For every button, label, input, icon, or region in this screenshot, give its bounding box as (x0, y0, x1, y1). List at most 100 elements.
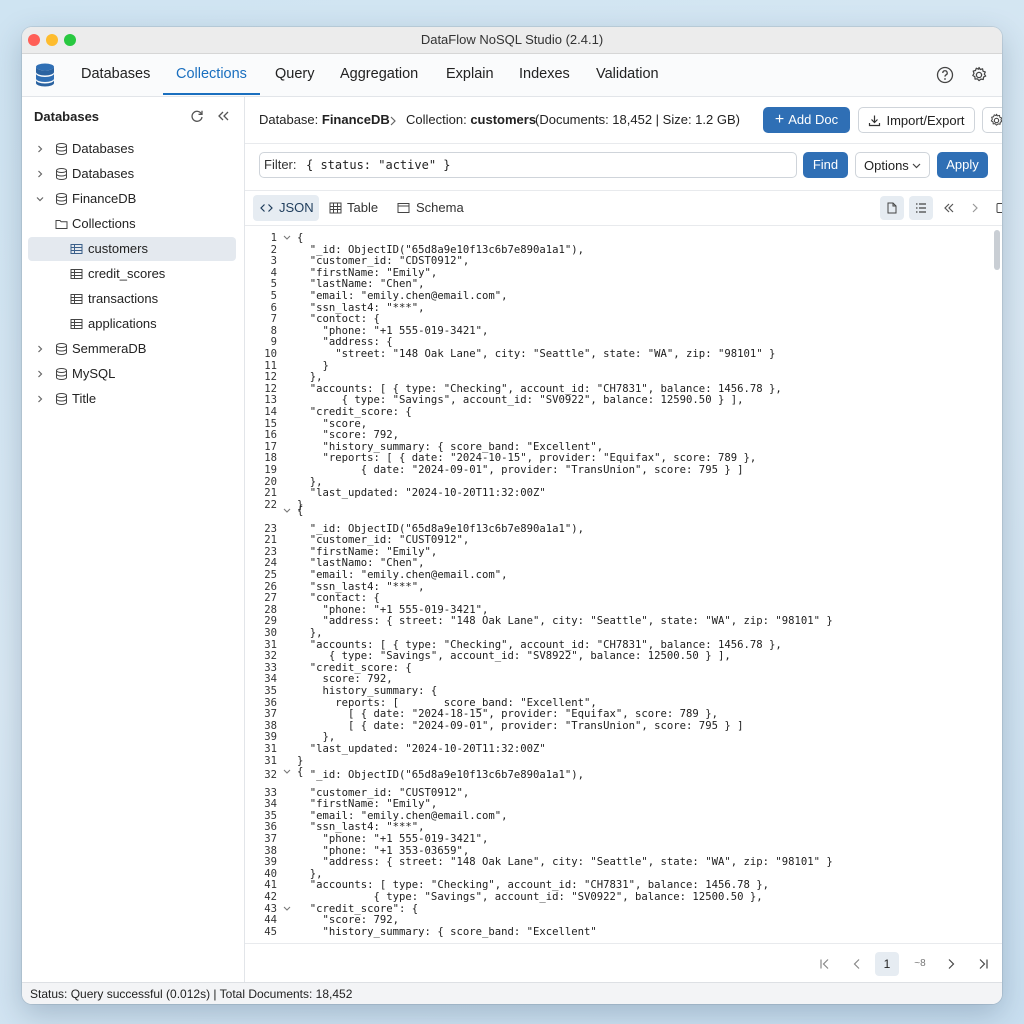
gear-icon[interactable] (970, 66, 988, 84)
collection-settings-button[interactable] (982, 107, 1002, 133)
line-number: 31 (264, 638, 277, 651)
line-number: 36 (264, 696, 277, 709)
tree-item-financedb[interactable]: FinanceDB (28, 187, 236, 211)
tree-item-label: credit_scores (88, 266, 166, 281)
tree-item-label: Collections (72, 216, 136, 231)
code-text: "customer_id: "CUST0912", (297, 534, 470, 547)
code-text: "_id: ObjectID("65d8a9e10f13c6b7e890a1a1… (297, 243, 585, 256)
chevron-right-icon[interactable] (36, 345, 44, 353)
nav-aggregation[interactable]: Aggregation (340, 54, 418, 95)
apply-button[interactable]: Apply (937, 152, 988, 178)
code-line: 12 }, (245, 371, 985, 383)
import-export-button[interactable]: Import/Export (858, 107, 975, 133)
list-view-button[interactable] (909, 196, 933, 220)
tab-schema[interactable]: Schema (393, 195, 465, 221)
nav-validation[interactable]: Validation (596, 54, 659, 95)
toggle-panel-button[interactable] (990, 196, 1002, 220)
tab-table[interactable]: Table (325, 195, 387, 221)
chevron-right-icon[interactable] (36, 145, 44, 153)
code-text: "reports: [ { date: "2024-10-15", provid… (297, 452, 757, 465)
tree-item-semmeradb[interactable]: SemmeraDB (28, 337, 236, 361)
code-line: 17 "history_summary: { score_band: "Exce… (245, 441, 985, 453)
download-icon (868, 115, 881, 127)
tab-json-label: JSON (279, 200, 314, 215)
fold-chevron-icon[interactable] (283, 232, 291, 244)
status-bar: Status: Query successful (0.012s) | Tota… (22, 982, 1002, 1004)
code-text: "score: 792, (297, 429, 400, 442)
tree-item-label: customers (88, 241, 148, 256)
nav-explain[interactable]: Explain (446, 54, 494, 95)
code-line: 33 "customer_id: "CUST0912", (245, 787, 985, 799)
nav-query[interactable]: Query (275, 54, 315, 95)
breadcrumb-database[interactable]: Database: FinanceDB (259, 112, 390, 127)
nav-indexes[interactable]: Indexes (519, 54, 570, 95)
code-line: 21 "last_updated: "2024-10-20T11:32:00Z" (245, 487, 985, 499)
code-text: "customer_id: "CDST0912", (297, 255, 470, 268)
line-number: 35 (264, 809, 277, 822)
add-doc-button[interactable]: + Add Doc (763, 107, 850, 133)
tree-item-collections[interactable]: Collections (28, 212, 236, 236)
code-line: 30 }, (245, 627, 985, 639)
line-number: 20 (264, 475, 277, 488)
code-text: "customer_id: "CUST0912", (297, 786, 470, 799)
code-line: 12 "accounts: [ { type: "Checking", acco… (245, 383, 985, 395)
add-doc-label: Add Doc (788, 112, 839, 127)
help-circle-icon[interactable] (936, 66, 954, 84)
line-number: 34 (264, 798, 277, 811)
tree-item-databases-1[interactable]: Databases (28, 137, 236, 161)
next-page-icon[interactable] (945, 958, 957, 970)
tree-item-applications[interactable]: applications (28, 312, 236, 336)
find-button[interactable]: Find (803, 152, 848, 178)
fold-chevron-icon[interactable] (283, 505, 291, 517)
code-text: { type: "Savings", account_id: "SV8922",… (297, 650, 731, 663)
tree-item-transactions[interactable]: transactions (28, 287, 236, 311)
chevron-right-icon[interactable] (36, 395, 44, 403)
code-text: }, (297, 867, 323, 880)
code-text: "phone: "+1 353-03659", (297, 844, 470, 857)
tree-item-title[interactable]: Title (28, 387, 236, 411)
page-current[interactable]: 1 (875, 952, 899, 976)
collapse-sidebar-icon[interactable] (216, 109, 230, 123)
first-document-button[interactable] (937, 196, 961, 220)
options-dropdown[interactable]: Options (855, 152, 930, 178)
view-toolbar: JSON Table Schema (245, 191, 1002, 226)
tree-item-databases-2[interactable]: Databases (28, 162, 236, 186)
main-panel: Database: FinanceDB Collection: customer… (245, 97, 1002, 982)
import-export-label: Import/Export (886, 113, 965, 128)
last-page-icon[interactable] (977, 958, 989, 970)
code-text: { type: "Savings", account_id: "SV0922",… (297, 394, 744, 407)
nav-databases[interactable]: Databases (81, 54, 150, 95)
fold-chevron-icon[interactable] (283, 903, 291, 915)
next-document-button[interactable] (963, 196, 987, 220)
code-line: 25 "email: "emily.chen@email.com", (245, 569, 985, 581)
code-text: "credit_score": { (297, 902, 419, 915)
tree-item-mysql[interactable]: MySQL (28, 362, 236, 386)
document-view-button[interactable] (880, 196, 904, 220)
breadcrumb-collection[interactable]: Collection: customers (406, 112, 536, 127)
refresh-icon[interactable] (190, 109, 204, 123)
code-text: }, (297, 731, 336, 744)
line-number: 12 (264, 382, 277, 395)
previous-page-icon[interactable] (851, 958, 863, 970)
chevron-down-icon[interactable] (36, 195, 44, 203)
page-next-number[interactable]: ~8 (908, 952, 932, 976)
chevron-right-icon[interactable] (36, 370, 44, 378)
line-number: 36 (264, 821, 277, 834)
code-text: { date: "2024-09-01", provider: "TransUn… (297, 464, 744, 476)
editor-scrollbar[interactable] (994, 230, 1000, 270)
json-editor[interactable]: 1{2 "_id: ObjectID("65d8a9e10f13c6b7e890… (245, 226, 1002, 942)
schema-icon (397, 203, 410, 213)
code-line: 23 "_id: ObjectID("65d8a9e10f13c6b7e890a… (245, 523, 985, 535)
filter-field[interactable]: Filter: { status: "active" } (259, 152, 797, 178)
filter-input[interactable]: { status: "active" } (306, 153, 451, 177)
tree-item-customers[interactable]: customers (28, 237, 236, 261)
line-number: 4 (270, 266, 277, 279)
tab-json[interactable]: JSON (253, 195, 319, 221)
table-icon (70, 269, 83, 279)
tree-item-credit-scores[interactable]: credit_scores (28, 262, 236, 286)
chevron-right-icon[interactable] (36, 170, 44, 178)
first-page-icon[interactable] (819, 958, 831, 970)
nav-collections[interactable]: Collections (163, 54, 260, 95)
line-number: 33 (264, 786, 277, 799)
line-number: 14 (264, 406, 277, 418)
